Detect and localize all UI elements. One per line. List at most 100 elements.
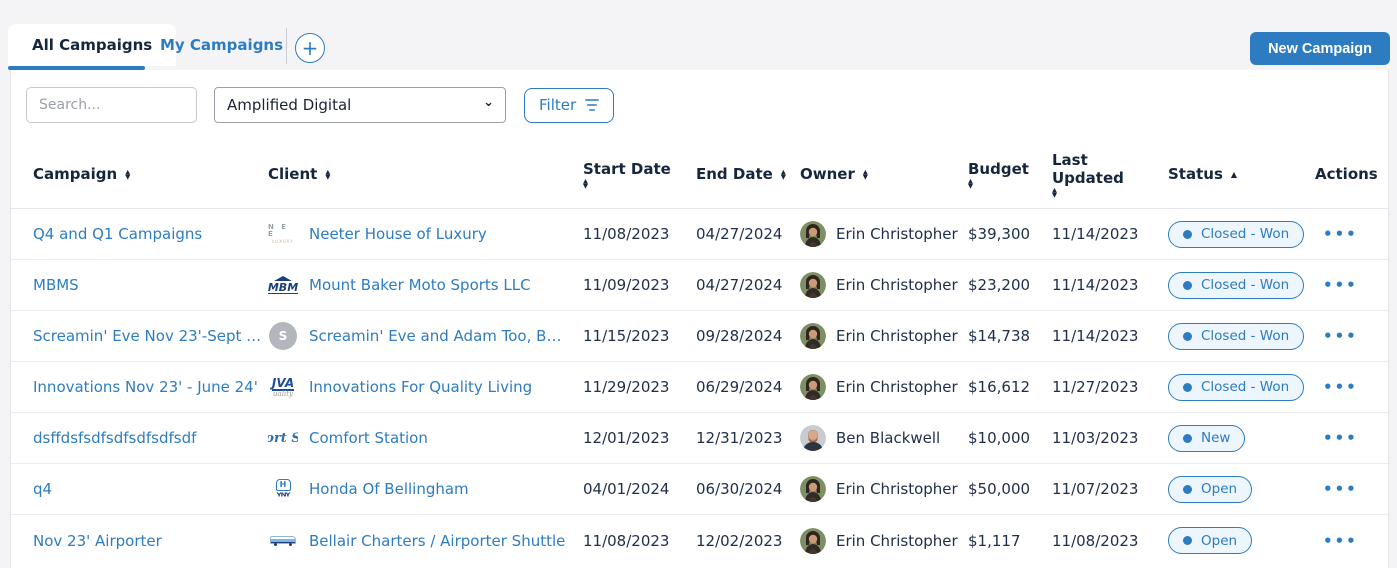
client-cell: N E ELUXURY Neeter House of Luxury xyxy=(268,218,583,250)
status-badge[interactable]: Closed - Won xyxy=(1168,221,1304,248)
filter-button[interactable]: Filter xyxy=(524,88,614,123)
table-row[interactable]: Nov 23' Airporter Bellair Charters / Air… xyxy=(11,515,1388,566)
row-actions-button[interactable]: ••• xyxy=(1315,378,1388,396)
table-row[interactable]: Screamin' Eve Nov 23'-Sept 24" S Screami… xyxy=(11,311,1388,362)
table-row[interactable]: dsffdsfsdfsdfsdfsdfsdf ort S Comfort Sta… xyxy=(11,413,1388,464)
status-badge[interactable]: Closed - Won xyxy=(1168,374,1304,401)
sort-icon[interactable]: ▲▼ xyxy=(781,170,786,181)
client-link[interactable]: Comfort Station xyxy=(309,429,428,447)
last-updated: 11/07/2023 xyxy=(1052,480,1168,498)
status-badge[interactable]: Open xyxy=(1168,527,1252,554)
status-cell: Closed - Won xyxy=(1168,272,1315,299)
end-date: 04/27/2024 xyxy=(696,276,800,294)
sort-icon[interactable]: ▲▼ xyxy=(1052,188,1057,199)
owner-name: Erin Christopher xyxy=(836,480,968,498)
plus-icon: + xyxy=(302,38,319,58)
client-logo-honda: HYNY xyxy=(268,473,298,505)
owner-name: Erin Christopher xyxy=(836,378,968,396)
budget: $14,738 xyxy=(968,327,1052,345)
client-logo-initial: S xyxy=(268,320,298,352)
column-header-status[interactable]: Status ▲ xyxy=(1168,165,1315,183)
column-header-start-date[interactable]: Start Date▲▼ xyxy=(583,160,696,189)
row-actions-button[interactable]: ••• xyxy=(1315,532,1388,550)
row-actions-button[interactable]: ••• xyxy=(1315,276,1388,294)
campaign-link[interactable]: MBMS xyxy=(33,276,268,294)
new-campaign-button[interactable]: New Campaign xyxy=(1250,32,1390,65)
row-actions-button[interactable]: ••• xyxy=(1315,429,1388,447)
start-date: 11/29/2023 xyxy=(583,378,696,396)
client-cell: Bellair Charters / Airporter Shuttle xyxy=(268,525,583,557)
status-badge[interactable]: Closed - Won xyxy=(1168,272,1304,299)
status-badge[interactable]: Closed - Won xyxy=(1168,323,1304,350)
last-updated: 11/14/2023 xyxy=(1052,327,1168,345)
owner-avatar xyxy=(800,323,826,349)
sort-icon[interactable]: ▲▼ xyxy=(325,170,330,181)
owner-avatar xyxy=(800,528,826,554)
sort-icon[interactable]: ▲▼ xyxy=(968,179,973,190)
tab-my-campaigns[interactable]: My Campaigns xyxy=(160,24,283,66)
campaign-link[interactable]: Screamin' Eve Nov 23'-Sept 24" xyxy=(33,327,268,345)
owner-cell: Ben Blackwell xyxy=(800,425,968,451)
column-header-campaign[interactable]: Campaign ▲▼ xyxy=(33,165,268,183)
table-row[interactable]: Innovations Nov 23' - June 24' JVAuality… xyxy=(11,362,1388,413)
client-logo-bus xyxy=(268,525,298,557)
table-row[interactable]: q4 HYNY Honda Of Bellingham 04/01/2024 0… xyxy=(11,464,1388,515)
start-date: 11/08/2023 xyxy=(583,532,696,550)
owner-cell: Erin Christopher xyxy=(800,323,968,349)
column-header-client[interactable]: Client▲▼ xyxy=(268,165,583,183)
status-badge[interactable]: Open xyxy=(1168,476,1252,503)
client-link[interactable]: Screamin' Eve and Adam Too, Braz… xyxy=(309,327,567,345)
sort-icon[interactable]: ▲▼ xyxy=(125,170,130,181)
owner-name: Erin Christopher xyxy=(836,327,968,345)
filter-lines-icon xyxy=(585,99,599,111)
column-header-end-date[interactable]: End Date ▲▼ xyxy=(696,165,800,183)
row-actions-button[interactable]: ••• xyxy=(1315,225,1388,243)
status-label: Open xyxy=(1201,481,1237,497)
column-header-label: Campaign xyxy=(33,165,117,183)
campaign-link[interactable]: Innovations Nov 23' - June 24' xyxy=(33,378,268,396)
client-link[interactable]: Innovations For Quality Living xyxy=(309,378,532,396)
client-link[interactable]: Neeter House of Luxury xyxy=(309,225,487,243)
row-actions-button[interactable]: ••• xyxy=(1315,327,1388,345)
sort-asc-icon[interactable]: ▲ xyxy=(1231,170,1237,179)
column-header-owner[interactable]: Owner▲▼ xyxy=(800,165,968,183)
client-link[interactable]: Honda Of Bellingham xyxy=(309,480,469,498)
column-header-budget[interactable]: Budget▲▼ xyxy=(968,160,1052,189)
end-date: 12/02/2023 xyxy=(696,532,800,550)
campaign-link[interactable]: Q4 and Q1 Campaigns xyxy=(33,225,268,243)
tab-divider xyxy=(286,28,287,64)
client-cell: JVAuality Innovations For Quality Living xyxy=(268,371,583,403)
client-logo-jva: JVAuality xyxy=(268,371,298,403)
campaign-link[interactable]: q4 xyxy=(33,480,268,498)
campaign-link[interactable]: dsffdsfsdfsdfsdfsdfsdf xyxy=(33,429,268,447)
client-cell: MBM Mount Baker Moto Sports LLC xyxy=(268,269,583,301)
table-row[interactable]: MBMS MBM Mount Baker Moto Sports LLC 11/… xyxy=(11,260,1388,311)
status-badge[interactable]: New xyxy=(1168,425,1245,452)
table-row[interactable]: Q4 and Q1 Campaigns N E ELUXURY Neeter H… xyxy=(11,209,1388,260)
column-header-label: Start Date xyxy=(583,160,671,178)
status-dot-icon xyxy=(1183,383,1192,392)
row-actions-button[interactable]: ••• xyxy=(1315,480,1388,498)
status-dot-icon xyxy=(1183,332,1192,341)
sort-icon[interactable]: ▲▼ xyxy=(583,179,588,190)
column-header-label: Status xyxy=(1168,165,1223,183)
owner-name: Erin Christopher xyxy=(836,276,968,294)
client-cell: ort S Comfort Station xyxy=(268,422,583,454)
client-filter-select[interactable]: Amplified Digital xyxy=(214,87,506,123)
status-label: Closed - Won xyxy=(1201,277,1289,293)
sort-icon[interactable]: ▲▼ xyxy=(863,170,868,181)
tab-all-campaigns[interactable]: All Campaigns xyxy=(8,24,176,66)
budget: $39,300 xyxy=(968,225,1052,243)
column-header-label: Budget xyxy=(968,160,1029,178)
column-header-label: Last Updated xyxy=(1052,151,1154,187)
table-toolbar: Amplified Digital ⌄ Filter xyxy=(11,70,1388,123)
client-link[interactable]: Mount Baker Moto Sports LLC xyxy=(309,276,531,294)
client-link[interactable]: Bellair Charters / Airporter Shuttle xyxy=(309,532,565,550)
status-label: Open xyxy=(1201,533,1237,549)
search-input[interactable] xyxy=(26,87,197,123)
column-header-label: End Date xyxy=(696,165,773,183)
column-header-last-updated[interactable]: Last Updated▲▼ xyxy=(1052,151,1168,198)
add-tab-button[interactable]: + xyxy=(295,33,325,63)
client-logo-comfort: ort S xyxy=(268,422,298,454)
campaign-link[interactable]: Nov 23' Airporter xyxy=(33,532,268,550)
